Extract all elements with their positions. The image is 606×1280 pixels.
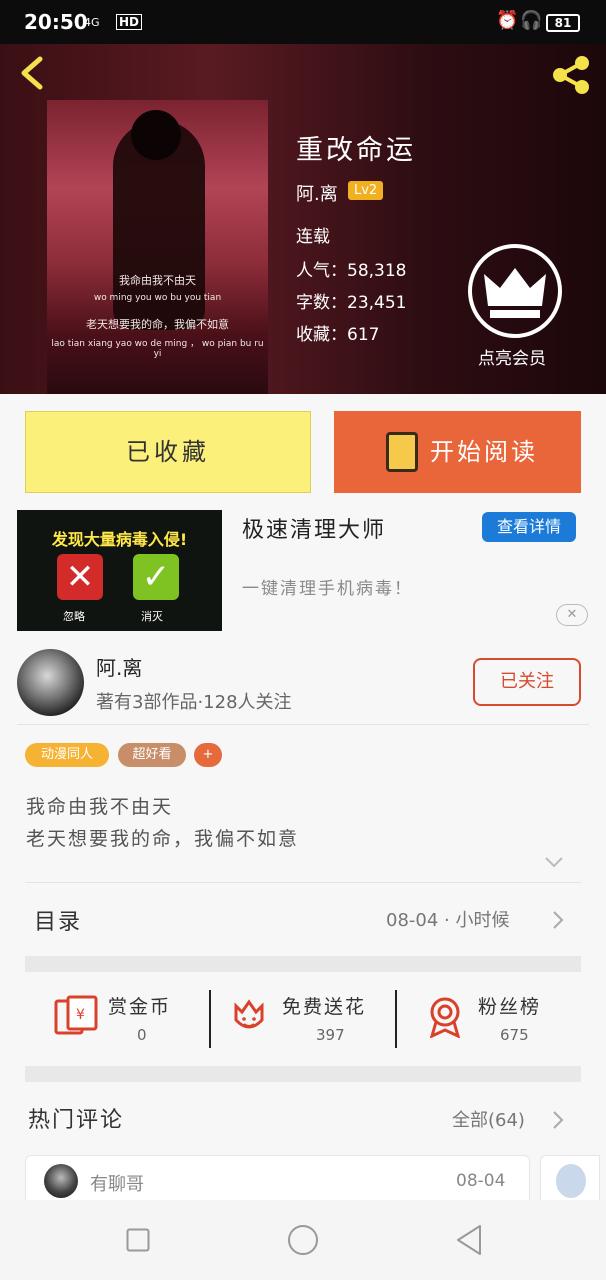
medal-icon	[429, 997, 461, 1038]
cover-line-1: 我命由我不由天	[119, 274, 196, 287]
ad-image[interactable]: 发现大量病毒入侵! ✕ ✓ 忽略 消灭	[17, 510, 222, 631]
commenter-avatar[interactable]	[556, 1164, 586, 1198]
battery-indicator: 81	[546, 14, 580, 32]
cover-line-2: wo ming you wo bu you tian	[93, 293, 222, 303]
recent-apps-icon[interactable]	[126, 1228, 150, 1252]
fans-rank-value: 675	[500, 1026, 529, 1044]
book-author[interactable]: 阿.离	[296, 180, 338, 206]
free-flower-value: 397	[316, 1026, 345, 1044]
back-nav-icon[interactable]	[455, 1224, 483, 1256]
stat-divider	[209, 990, 211, 1048]
headphone-icon: 🎧	[520, 10, 543, 31]
flower-icon	[234, 999, 264, 1029]
hot-comments-label: 热门评论	[28, 1108, 125, 1133]
favorited-button[interactable]: 已收藏	[25, 411, 311, 493]
catalog-label[interactable]: 目录	[34, 904, 82, 936]
comment-date: 08-04	[456, 1171, 506, 1191]
chevron-right-icon[interactable]	[552, 1110, 564, 1130]
back-icon[interactable]	[16, 56, 50, 90]
hd-indicator: HD	[116, 14, 143, 30]
fans-rank-label[interactable]: 粉丝榜	[478, 992, 541, 1019]
alarm-icon: ⏰	[496, 10, 519, 31]
author-name[interactable]: 阿.离	[96, 652, 142, 681]
check-icon: ✓	[133, 554, 179, 600]
section-gap	[25, 1066, 581, 1082]
ad-details-button[interactable]: 查看详情	[482, 512, 576, 542]
network-indicator: 4G	[84, 16, 100, 29]
book-cover[interactable]: 我命由我不由天 wo ming you wo bu you tian 老天想要我…	[47, 100, 268, 394]
intro-line-1: 我命由我不由天	[26, 796, 174, 818]
commenter-avatar[interactable]	[44, 1164, 78, 1198]
ad-image-ignore-label: 忽略	[63, 610, 85, 623]
book-favorites: 收藏：617	[296, 325, 380, 345]
ignore-icon: ✕	[57, 554, 103, 600]
ad-close-icon[interactable]: ✕	[556, 604, 588, 626]
expand-chevron-icon[interactable]	[544, 856, 564, 868]
tag-good-looking[interactable]: 超好看	[118, 743, 186, 767]
cover-line-4: lao tian xiang yao wo de ming ， wo pian …	[51, 339, 264, 359]
catalog-update[interactable]: 08-04 · 小时候	[386, 906, 509, 932]
book-status: 连载	[296, 227, 330, 247]
reward-coin-value: 0	[137, 1026, 147, 1044]
home-icon[interactable]	[287, 1224, 319, 1256]
tag-anime-fanfic[interactable]: 动漫同人	[25, 743, 109, 767]
book-header: 20:50 4G HD ⏰ 🎧 81 我命由我不由天 wo ming you w…	[0, 0, 606, 394]
author-avatar[interactable]	[17, 649, 84, 716]
ad-image-headline: 发现大量病毒入侵!	[51, 530, 188, 549]
coin-envelope-icon: ¥	[54, 995, 98, 1035]
divider	[17, 724, 589, 725]
add-tag-button[interactable]: +	[194, 743, 222, 767]
book-icon	[386, 432, 418, 472]
vip-label[interactable]: 点亮会员	[478, 344, 546, 369]
section-gap	[25, 956, 581, 972]
crown-icon	[484, 268, 546, 318]
status-time: 20:50	[24, 10, 88, 34]
intro-line-2: 老天想要我的命，我偏不如意	[26, 828, 300, 850]
system-nav-bar	[0, 1200, 606, 1280]
svg-text:¥: ¥	[76, 1007, 85, 1023]
book-word-count: 字数：23,451	[296, 293, 407, 313]
stat-divider	[395, 990, 397, 1048]
divider	[25, 882, 581, 883]
cover-figure-head	[131, 110, 181, 160]
status-bar: 20:50 4G HD ⏰ 🎧 81	[0, 0, 606, 44]
ad-title[interactable]: 极速清理大师	[242, 512, 386, 544]
start-reading-button[interactable]: 开始阅读	[334, 411, 581, 493]
author-level-badge: Lv2	[348, 181, 384, 200]
author-stats: 著有3部作品·128人关注	[96, 692, 292, 713]
free-flower-label[interactable]: 免费送花	[282, 992, 366, 1019]
ad-image-kill-label: 消灭	[141, 610, 163, 623]
ad-description: 一键清理手机病毒！	[242, 579, 413, 599]
vip-button[interactable]	[468, 244, 562, 338]
chevron-right-icon[interactable]	[552, 910, 564, 930]
commenter-name[interactable]: 有聊哥	[90, 1170, 144, 1196]
share-icon[interactable]	[548, 54, 594, 96]
start-reading-label: 开始阅读	[430, 438, 538, 466]
book-title: 重改命运	[296, 135, 416, 166]
cover-line-3: 老天想要我的命，我偏不如意	[86, 318, 229, 331]
reward-coin-label[interactable]: 赏金币	[108, 992, 171, 1019]
followed-button[interactable]: 已关注	[473, 658, 581, 706]
book-popularity: 人气：58,318	[296, 261, 407, 281]
all-comments-link[interactable]: 全部(64)	[452, 1106, 525, 1132]
